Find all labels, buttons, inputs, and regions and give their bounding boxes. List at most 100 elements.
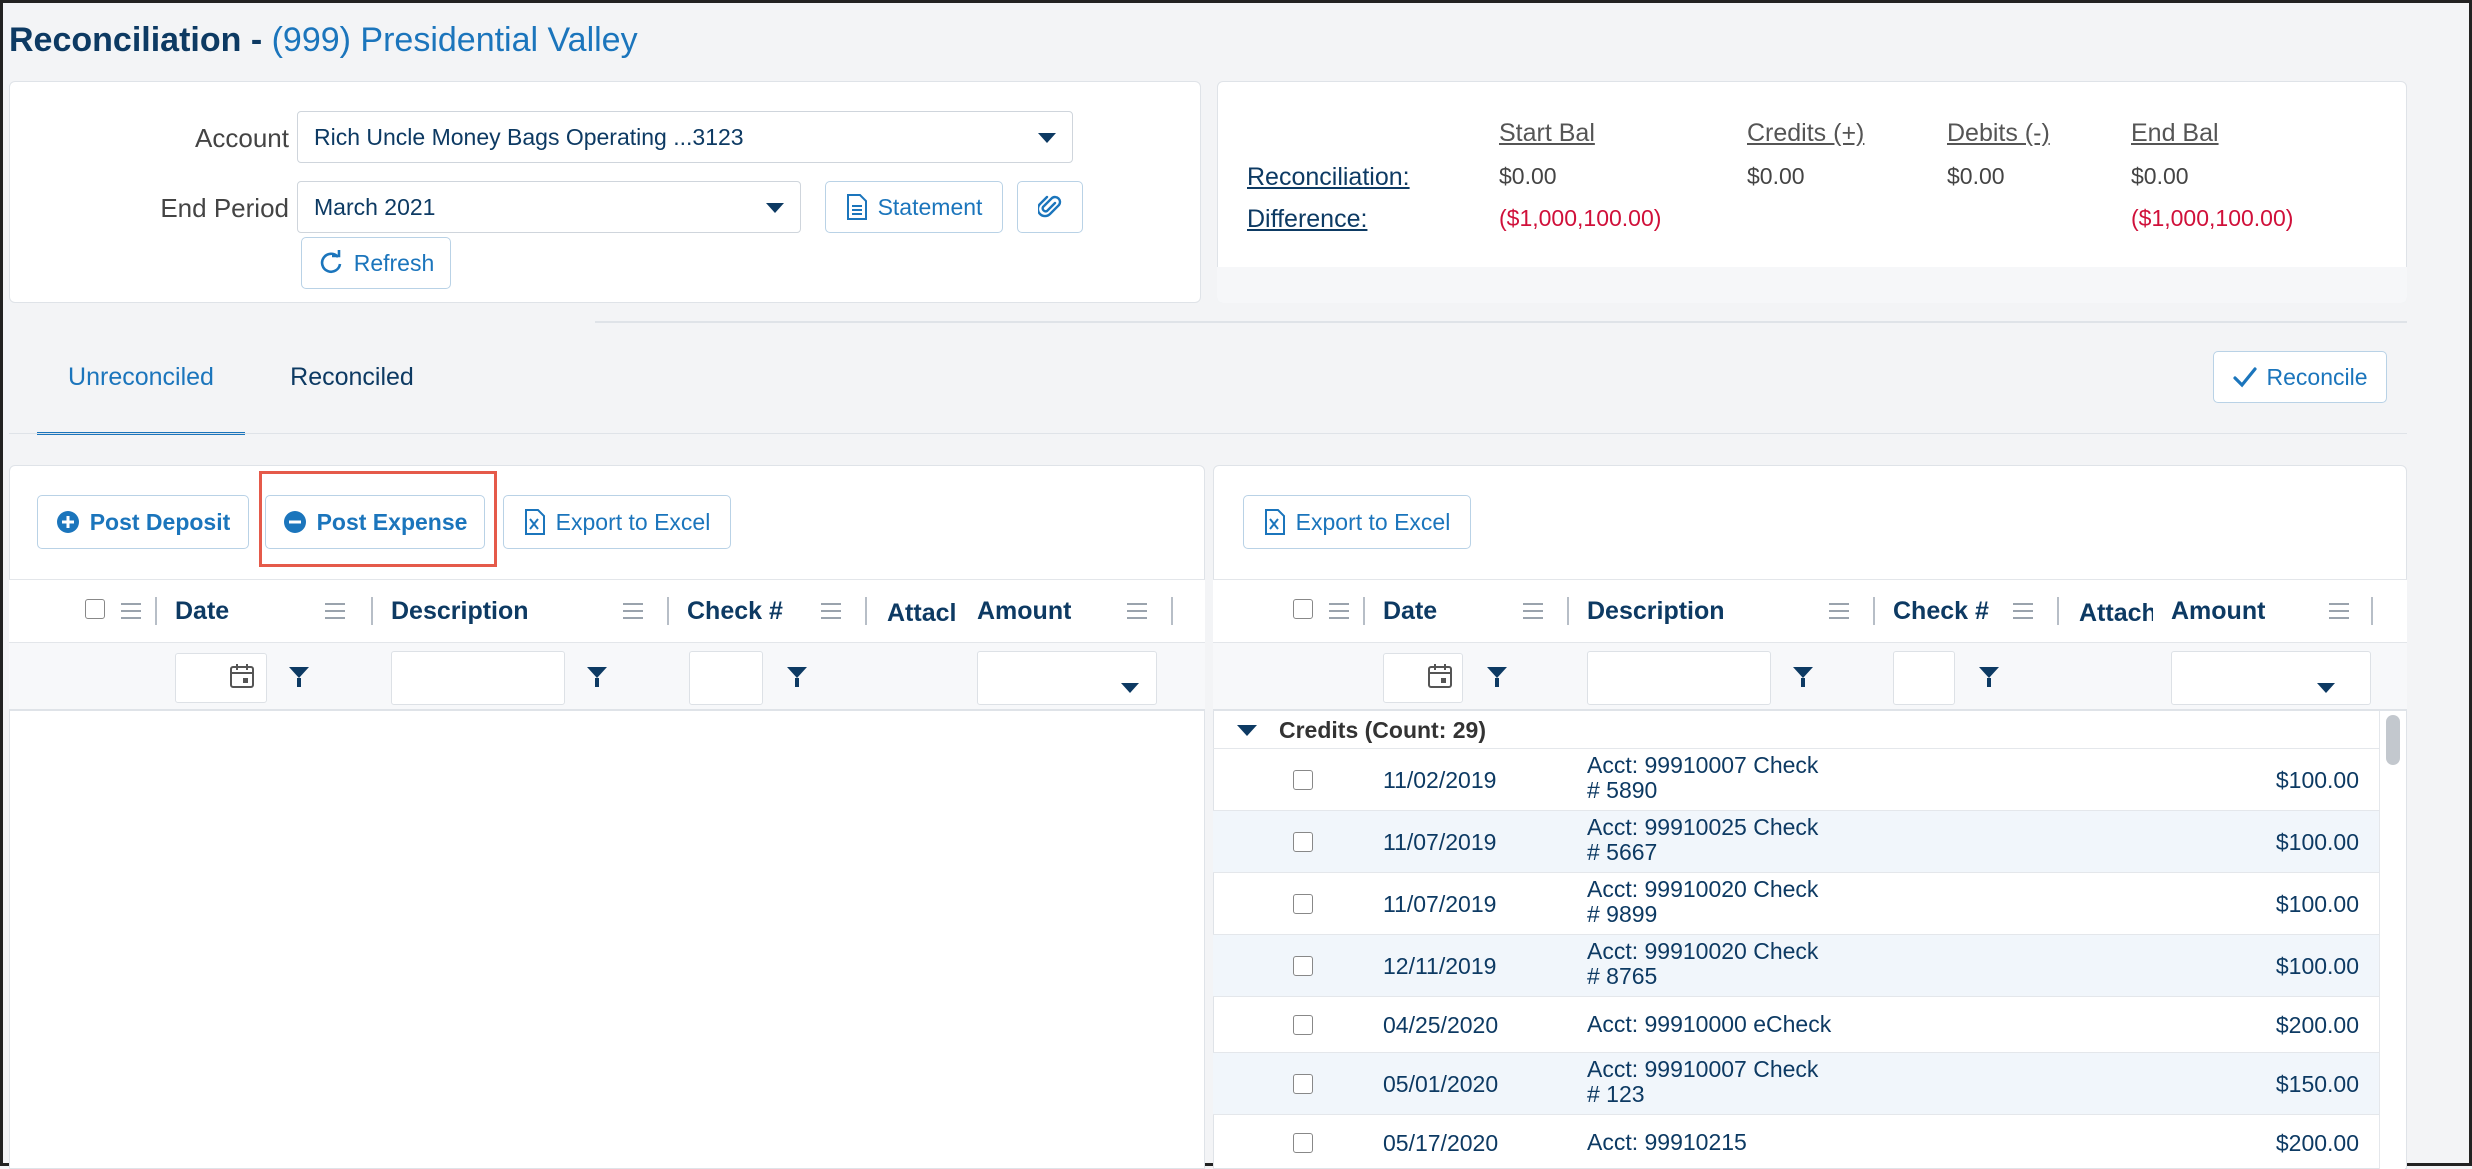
- filter-icon[interactable]: [1979, 667, 1999, 687]
- right-amount-filter[interactable]: [2171, 651, 2371, 705]
- column-separator[interactable]: [1363, 597, 1365, 625]
- menu-icon[interactable]: [2013, 603, 2033, 619]
- table-row[interactable]: 05/17/2020 Acct: 99910215 $200.00: [1213, 1115, 2379, 1169]
- table-row[interactable]: 11/07/2019 Acct: 99910025 Check # 5667 $100…: [1213, 811, 2379, 873]
- menu-icon[interactable]: [1127, 603, 1147, 619]
- row-amount: $150.00: [2275, 1071, 2359, 1097]
- left-check-filter[interactable]: [689, 651, 763, 705]
- tab-reconciled[interactable]: Reconciled: [267, 363, 437, 435]
- menu-icon[interactable]: [1523, 603, 1543, 619]
- calendar-icon[interactable]: [229, 663, 255, 689]
- table-row[interactable]: 04/25/2020 Acct: 99910000 eCheck $200.00: [1213, 997, 2379, 1053]
- left-grid-panel: [9, 465, 1205, 1169]
- account-select[interactable]: Rich Uncle Money Bags Operating ...3123: [297, 111, 1073, 163]
- divider: [595, 321, 2407, 323]
- summary-inner: [1217, 267, 2407, 303]
- table-row[interactable]: 11/07/2019 Acct: 99910020 Check # 9899 $100…: [1213, 873, 2379, 935]
- left-amount-filter[interactable]: [977, 651, 1157, 705]
- filter-icon[interactable]: [1793, 667, 1813, 687]
- group-label: Credits (Count: 29): [1279, 717, 1486, 743]
- chevron-down-icon: [1038, 133, 1056, 143]
- reconcile-button-label: Reconcile: [2266, 363, 2368, 390]
- row-description: Acct: 99910025 Check # 5667: [1587, 815, 1818, 865]
- row-description-line1: Acct: 99910020 Check: [1587, 938, 1819, 964]
- right-description-filter[interactable]: [1587, 651, 1771, 705]
- chevron-down-icon[interactable]: [1121, 683, 1139, 693]
- left-col-check[interactable]: Check #: [687, 597, 783, 626]
- post-expense-button[interactable]: Post Expense: [265, 495, 485, 549]
- filter-icon[interactable]: [289, 667, 309, 687]
- chevron-down-icon[interactable]: [1237, 725, 1257, 736]
- column-separator[interactable]: [2371, 597, 2373, 625]
- column-separator[interactable]: [371, 597, 373, 625]
- property-name[interactable]: (999) Presidential Valley: [272, 21, 638, 59]
- row-description-line1: Acct: 99910025 Check: [1587, 814, 1819, 840]
- table-row[interactable]: 12/11/2019 Acct: 99910020 Check # 8765 $100…: [1213, 935, 2379, 997]
- row-checkbox[interactable]: [1293, 894, 1313, 914]
- scrollbar-thumb[interactable]: [2386, 715, 2400, 765]
- menu-icon[interactable]: [1829, 603, 1849, 619]
- table-row[interactable]: 05/01/2020 Acct: 99910007 Check # 123 $150.…: [1213, 1053, 2379, 1115]
- row-date: 11/07/2019: [1383, 829, 1497, 855]
- menu-icon[interactable]: [325, 603, 345, 619]
- menu-icon[interactable]: [2329, 603, 2349, 619]
- row-checkbox[interactable]: [1293, 1133, 1313, 1153]
- post-deposit-button[interactable]: Post Deposit: [37, 495, 249, 549]
- menu-icon[interactable]: [623, 603, 643, 619]
- right-check-filter[interactable]: [1893, 651, 1955, 705]
- table-row[interactable]: 11/02/2019 Acct: 99910007 Check # 5890 $100…: [1213, 749, 2379, 811]
- tab-unreconciled[interactable]: Unreconciled: [37, 363, 245, 435]
- column-separator[interactable]: [667, 597, 669, 625]
- right-col-attach[interactable]: Attach: [2079, 599, 2153, 628]
- left-col-attach[interactable]: Attacl: [887, 599, 959, 628]
- column-separator[interactable]: [155, 597, 157, 625]
- reconcile-button[interactable]: Reconcile: [2213, 351, 2387, 403]
- menu-icon[interactable]: [821, 603, 841, 619]
- filter-icon[interactable]: [1487, 667, 1507, 687]
- column-separator[interactable]: [1873, 597, 1875, 625]
- row-checkbox[interactable]: [1293, 1074, 1313, 1094]
- end-period-value: March 2021: [314, 193, 436, 220]
- filter-icon[interactable]: [787, 667, 807, 687]
- left-export-excel-button[interactable]: Export to Excel: [503, 495, 731, 549]
- check-icon: [2232, 367, 2257, 388]
- reconciliation-label: Reconciliation:: [1247, 163, 1410, 191]
- difference-label: Difference:: [1247, 205, 1368, 233]
- right-grid-body: Credits (Count: 29) 11/02/2019 Acct: 9991…: [1213, 711, 2379, 1169]
- column-separator[interactable]: [2057, 597, 2059, 625]
- group-row-credits[interactable]: Credits (Count: 29): [1213, 711, 2379, 749]
- row-checkbox[interactable]: [1293, 1015, 1313, 1035]
- column-separator[interactable]: [1567, 597, 1569, 625]
- column-separator[interactable]: [865, 597, 867, 625]
- left-col-date[interactable]: Date: [175, 597, 229, 626]
- column-separator[interactable]: [1171, 597, 1173, 625]
- refresh-button[interactable]: Refresh: [301, 237, 451, 289]
- left-col-amount[interactable]: Amount: [977, 597, 1071, 626]
- right-col-date[interactable]: Date: [1383, 597, 1437, 626]
- account-select-value: Rich Uncle Money Bags Operating ...3123: [314, 123, 744, 150]
- right-col-amount[interactable]: Amount: [2171, 597, 2265, 626]
- vertical-scrollbar[interactable]: [2379, 711, 2405, 1169]
- row-description-line2: # 5667: [1587, 839, 1658, 865]
- difference-start-bal: ($1,000,100.00): [1499, 205, 1662, 231]
- row-checkbox[interactable]: [1293, 770, 1313, 790]
- filter-icon[interactable]: [587, 667, 607, 687]
- calendar-icon[interactable]: [1427, 663, 1453, 689]
- right-col-description[interactable]: Description: [1587, 597, 1725, 626]
- statement-button[interactable]: Statement: [825, 181, 1003, 233]
- left-col-description[interactable]: Description: [391, 597, 529, 626]
- attachment-button[interactable]: [1017, 181, 1083, 233]
- right-col-check[interactable]: Check #: [1893, 597, 1989, 626]
- chevron-down-icon[interactable]: [2317, 683, 2335, 693]
- row-checkbox[interactable]: [1293, 956, 1313, 976]
- menu-icon[interactable]: [1329, 603, 1349, 619]
- left-description-filter[interactable]: [391, 651, 565, 705]
- row-checkbox[interactable]: [1293, 832, 1313, 852]
- menu-icon[interactable]: [121, 603, 141, 619]
- right-export-excel-button[interactable]: Export to Excel: [1243, 495, 1471, 549]
- row-date: 05/17/2020: [1383, 1130, 1499, 1156]
- end-period-select[interactable]: March 2021: [297, 181, 801, 233]
- left-select-all-checkbox[interactable]: [85, 599, 105, 619]
- right-select-all-checkbox[interactable]: [1293, 599, 1313, 619]
- row-description-line1: Acct: 99910007 Check: [1587, 752, 1819, 778]
